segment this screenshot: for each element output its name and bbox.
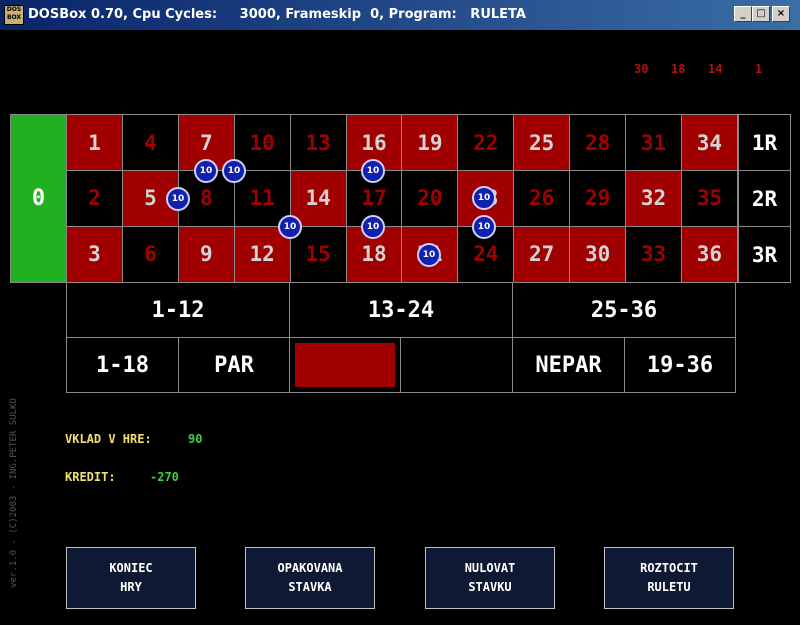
button-label: NULOVAT bbox=[464, 561, 516, 575]
last-number: 14 bbox=[708, 62, 723, 76]
number-cell-19[interactable]: 19 bbox=[401, 114, 459, 171]
button-label: KONIEC bbox=[109, 561, 153, 575]
number-cell-2[interactable]: 2 bbox=[66, 169, 123, 227]
repeat-bet-button[interactable]: OPAKOVANA STAVKA bbox=[245, 547, 375, 609]
red-swatch bbox=[295, 343, 395, 387]
number-cell-34[interactable]: 34 bbox=[680, 114, 738, 171]
bet-chip[interactable]: 10 bbox=[472, 215, 496, 239]
number-cell-22[interactable]: 22 bbox=[457, 114, 515, 171]
stake-label: VKLAD V HRE: bbox=[65, 432, 152, 446]
close-button[interactable]: × bbox=[772, 6, 790, 22]
number-cell-35[interactable]: 35 bbox=[680, 169, 738, 227]
bet-chip[interactable]: 10 bbox=[166, 187, 190, 211]
number-cell-28[interactable]: 28 bbox=[569, 114, 627, 171]
column-bet-3[interactable]: 3R bbox=[738, 226, 791, 283]
number-cell-4[interactable]: 4 bbox=[121, 114, 179, 171]
button-label: RULETU bbox=[647, 580, 691, 594]
number-cell-29[interactable]: 29 bbox=[569, 169, 627, 227]
credits-text: ver.1.0 - (C)2003 - ING.PETER SULKO bbox=[9, 398, 19, 588]
zero-cell[interactable]: 0 bbox=[10, 114, 67, 283]
number-cell-26[interactable]: 26 bbox=[513, 169, 571, 227]
high-bet[interactable]: 19-36 bbox=[624, 337, 736, 393]
number-cell-9[interactable]: 9 bbox=[177, 225, 235, 283]
black-bet[interactable] bbox=[400, 337, 513, 393]
bet-chip[interactable]: 10 bbox=[222, 159, 246, 183]
dozen-25-36[interactable]: 25-36 bbox=[512, 282, 736, 338]
bet-chip[interactable]: 10 bbox=[417, 243, 441, 267]
last-number: 1 bbox=[755, 62, 763, 76]
number-cell-36[interactable]: 36 bbox=[680, 225, 738, 283]
quit-game-button[interactable]: KONIEC HRY bbox=[66, 547, 196, 609]
number-cell-6[interactable]: 6 bbox=[121, 225, 179, 283]
bet-chip[interactable]: 10 bbox=[278, 215, 302, 239]
number-cell-33[interactable]: 33 bbox=[625, 225, 682, 283]
reset-bet-button[interactable]: NULOVAT STAVKU bbox=[425, 547, 555, 609]
low-bet[interactable]: 1-18 bbox=[66, 337, 179, 393]
maximize-button[interactable]: □ bbox=[752, 6, 770, 22]
bet-chip[interactable]: 10 bbox=[194, 159, 218, 183]
minimize-button[interactable]: _ bbox=[734, 6, 752, 22]
number-cell-3[interactable]: 3 bbox=[66, 225, 123, 283]
number-cell-31[interactable]: 31 bbox=[625, 114, 682, 171]
number-cell-30[interactable]: 30 bbox=[569, 225, 627, 283]
button-label: HRY bbox=[120, 580, 142, 594]
last-number: 30 bbox=[634, 62, 649, 76]
number-cell-20[interactable]: 20 bbox=[401, 169, 459, 227]
button-label: ROZTOCIT bbox=[640, 561, 698, 575]
number-cell-13[interactable]: 13 bbox=[289, 114, 347, 171]
dozen-1-12[interactable]: 1-12 bbox=[66, 282, 290, 338]
red-bet[interactable] bbox=[289, 337, 401, 393]
spin-roulette-button[interactable]: ROZTOCIT RULETU bbox=[604, 547, 734, 609]
number-cell-32[interactable]: 32 bbox=[625, 169, 682, 227]
even-bet[interactable]: PAR bbox=[178, 337, 290, 393]
bet-chip[interactable]: 10 bbox=[472, 186, 496, 210]
bet-chip[interactable]: 10 bbox=[361, 159, 385, 183]
odd-bet[interactable]: NEPAR bbox=[512, 337, 625, 393]
stake-value: 90 bbox=[188, 432, 203, 446]
button-label: STAVKU bbox=[468, 580, 512, 594]
number-cell-1[interactable]: 1 bbox=[66, 114, 123, 171]
column-bet-2[interactable]: 2R bbox=[738, 170, 791, 227]
window-title: DOSBox 0.70, Cpu Cycles: 3000, Frameskip… bbox=[28, 7, 526, 22]
button-label: STAVKA bbox=[288, 580, 332, 594]
column-bet-1[interactable]: 1R bbox=[738, 114, 791, 171]
bet-chip[interactable]: 10 bbox=[361, 215, 385, 239]
number-cell-25[interactable]: 25 bbox=[513, 114, 571, 171]
dosbox-icon[interactable]: DOS BOX bbox=[4, 5, 24, 25]
credit-value: -270 bbox=[150, 470, 179, 484]
last-number: 18 bbox=[671, 62, 686, 76]
dozen-13-24[interactable]: 13-24 bbox=[289, 282, 513, 338]
credit-label: KREDIT: bbox=[65, 470, 116, 484]
credits: ver.1.0 - (C)2003 - ING.PETER SULKO bbox=[6, 380, 20, 610]
title-bar: DOS BOX DOSBox 0.70, Cpu Cycles: 3000, F… bbox=[0, 0, 800, 30]
number-cell-27[interactable]: 27 bbox=[513, 225, 571, 283]
button-label: OPAKOVANA bbox=[277, 561, 343, 575]
